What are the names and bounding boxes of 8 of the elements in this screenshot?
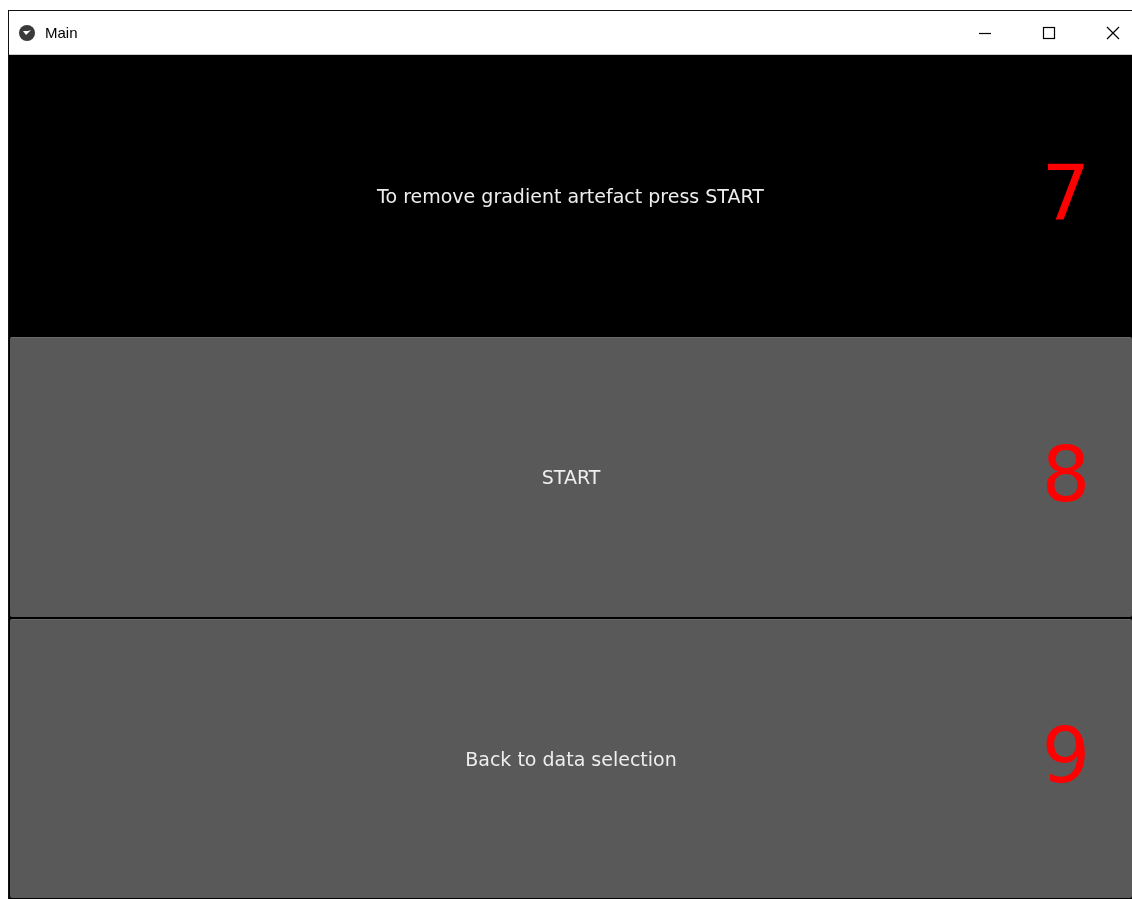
annotation-number: 9: [1041, 718, 1090, 795]
annotation-number: 7: [1041, 156, 1090, 233]
close-icon[interactable]: [1106, 25, 1120, 40]
maximize-icon[interactable]: [1042, 25, 1056, 40]
window-title: Main: [45, 24, 78, 41]
instruction-text: To remove gradient artefact press START: [377, 184, 764, 207]
app-icon: [19, 24, 35, 41]
annotation-number: 8: [1041, 437, 1090, 514]
